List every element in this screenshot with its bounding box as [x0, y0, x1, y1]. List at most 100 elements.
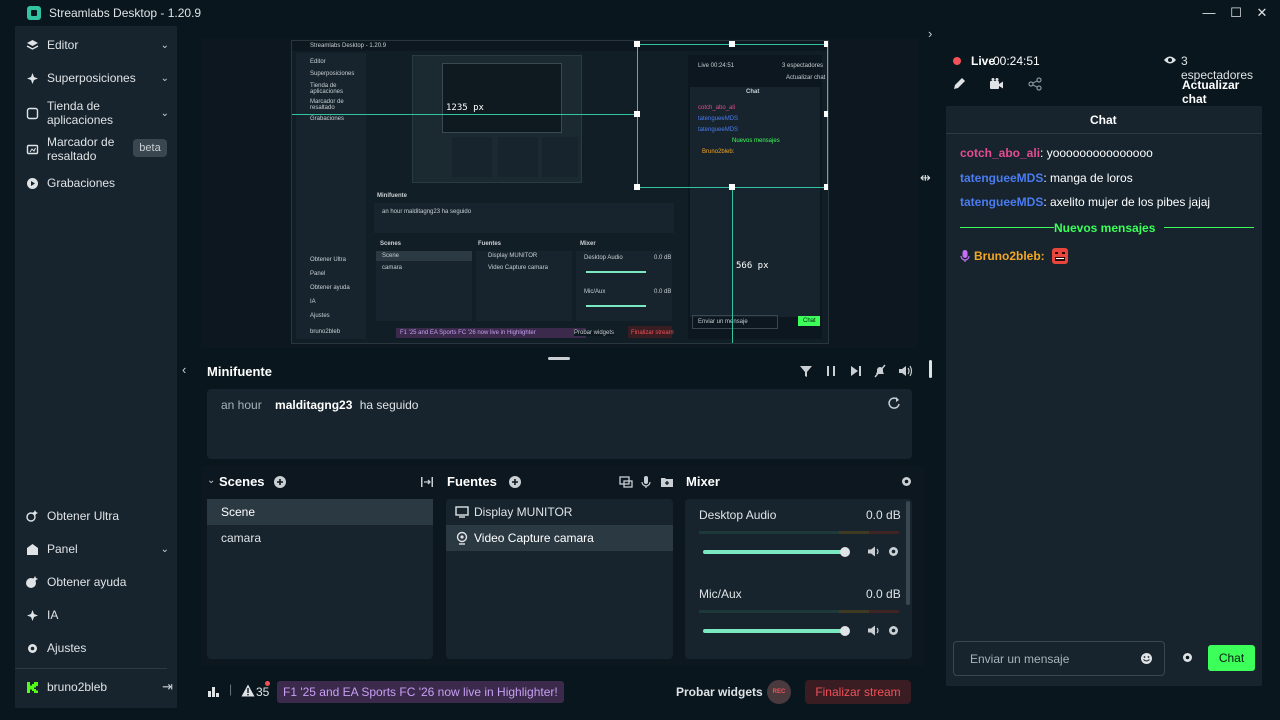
mini-chat-title: Chat [746, 89, 760, 95]
repeat-alert-icon[interactable] [887, 396, 901, 410]
source-label: Display MUNITOR [474, 505, 573, 519]
sidebar-user[interactable]: bruno2bleb ⇥ [25, 679, 177, 695]
channel-settings-icon[interactable] [887, 624, 900, 637]
store-icon [25, 106, 39, 120]
source-item[interactable]: Display MUNITOR [446, 499, 673, 525]
sidebar-item-ai[interactable]: IA [25, 608, 177, 622]
speaker-icon[interactable] [867, 545, 880, 558]
live-timer: 00:24:51 [993, 54, 1040, 68]
sidebar-item-overlays[interactable]: Superposiciones ⌄ [25, 71, 177, 85]
stream-preview[interactable]: Streamlabs Desktop - 1.20.9 Editor Super… [201, 38, 918, 348]
skip-icon[interactable] [849, 364, 863, 378]
follow-event[interactable]: an hour malditagng23 ha seguido [221, 398, 418, 412]
add-group-icon[interactable] [619, 475, 633, 489]
channel-settings-icon[interactable] [887, 545, 900, 558]
chat-username[interactable]: Bruno2bleb: [974, 249, 1045, 263]
test-widgets-button[interactable]: Probar widgets [676, 685, 763, 699]
beta-badge: beta [133, 139, 167, 157]
volume-icon[interactable] [898, 364, 913, 378]
pause-icon[interactable] [825, 364, 837, 378]
sidebar-item-label: Ajustes [47, 641, 87, 655]
chat-input[interactable]: Enviar un mensaje [953, 641, 1165, 676]
sidebar-item-panel[interactable]: Panel ⌄ [25, 542, 177, 556]
chat-username[interactable]: tatengueeMDS [960, 171, 1043, 185]
minimize-button[interactable]: — [1200, 4, 1218, 22]
scrollbar-thumb[interactable] [929, 360, 932, 378]
chat-username[interactable]: tatengueeMDS [960, 195, 1043, 209]
sidebar-item-label: Panel [47, 542, 78, 556]
sidebar-item-label: Editor [47, 38, 79, 52]
chevron-down-icon[interactable]: ⌄ [207, 475, 215, 486]
mixer-panel: Desktop Audio 0.0 dB Mic/Aux 0.0 dB [685, 499, 912, 659]
warning-icon[interactable] [241, 684, 255, 697]
add-scene-button[interactable] [273, 475, 287, 489]
refresh-chat-button[interactable]: Actualizar chat [1182, 78, 1263, 106]
record-button[interactable]: REC [767, 680, 791, 704]
emoji-icon[interactable] [1140, 652, 1153, 665]
sidebar-item-editor[interactable]: Editor ⌄ [25, 38, 177, 52]
mini-end-stream: Finalizar stream [631, 330, 674, 336]
chat-send-button[interactable]: Chat [1208, 645, 1255, 671]
fuentes-title: Fuentes [447, 474, 497, 489]
maximize-button[interactable]: ☐ [1227, 4, 1245, 22]
volume-slider-knob[interactable] [840, 626, 850, 636]
filter-icon[interactable] [799, 364, 813, 378]
source-label: Video Capture camara [474, 531, 594, 545]
sidebar-item-ultra[interactable]: Obtener Ultra [25, 509, 177, 523]
chat-text: : yooooooooooooooo [1040, 146, 1153, 160]
sidebar-item-label: Tienda de aplicaciones [47, 99, 114, 127]
sidebar-item-store[interactable]: Tienda de aplicaciones ⌄ [25, 99, 177, 127]
speaker-icon[interactable] [867, 624, 880, 637]
collapse-right-icon[interactable]: › [928, 26, 932, 41]
sidebar-item-label: Obtener Ultra [47, 509, 120, 523]
chat-message: Bruno2bleb: [960, 247, 1069, 265]
chat-panel: Chat cotch_abo_ali: yooooooooooooooo tat… [946, 106, 1262, 686]
scene-item[interactable]: camara [207, 525, 433, 551]
mixer-settings-icon[interactable] [900, 475, 913, 488]
collapse-left-icon[interactable]: ‹ [182, 362, 186, 377]
sidebar-item-settings[interactable]: Ajustes [25, 641, 177, 655]
edit-stream-icon[interactable] [952, 77, 966, 91]
sidebar-item-label: Superposiciones [47, 71, 136, 85]
performance-stats-icon[interactable] [207, 685, 220, 698]
window-title: Streamlabs Desktop - 1.20.9 [49, 6, 202, 20]
title-bar: Streamlabs Desktop - 1.20.9 — ☐ ✕ [0, 0, 1280, 26]
status-bar: | 35 F1 '25 and EA Sports FC '26 now liv… [201, 676, 924, 708]
sidebar-item-help[interactable]: Obtener ayuda [25, 575, 177, 589]
scene-item[interactable]: Scene [207, 499, 433, 525]
mini-source-item: Display MUNITOR [488, 253, 538, 259]
chat-username[interactable]: cotch_abo_ali [960, 146, 1040, 160]
close-button[interactable]: ✕ [1253, 4, 1271, 22]
sidebar-item-label: Grabaciones [47, 176, 116, 190]
volume-slider-knob[interactable] [840, 547, 850, 557]
chat-settings-icon[interactable] [1181, 651, 1194, 664]
audio-channel-name: Mic/Aux [699, 587, 742, 601]
add-folder-icon[interactable] [660, 475, 674, 489]
ultra-icon [25, 509, 39, 523]
fuentes-list: Display MUNITOR Video Capture camara [446, 499, 673, 659]
mini-sidebar-item: Ajustes [310, 313, 330, 319]
audio-meter [699, 610, 899, 613]
mini-chat-send: Chat [803, 318, 816, 324]
mini-chat-msg: tatengueeMDS [698, 116, 739, 122]
mute-alerts-icon[interactable] [873, 364, 887, 378]
kick-logo-icon [25, 680, 39, 694]
chat-text: : manga de loros [1043, 171, 1133, 185]
mixer-scrollbar[interactable] [906, 501, 910, 605]
add-source-button[interactable] [508, 475, 522, 489]
scenes-title: Scenes [219, 474, 265, 489]
volume-slider[interactable] [703, 629, 843, 633]
volume-slider[interactable] [703, 550, 843, 554]
source-mic-icon[interactable] [639, 475, 653, 489]
end-stream-button[interactable]: Finalizar stream [805, 680, 911, 704]
width-measure-label: 1235 px [446, 103, 484, 113]
sidebar-item-recordings[interactable]: Grabaciones [25, 176, 177, 190]
video-camera-icon[interactable] [989, 77, 1004, 91]
source-item[interactable]: Video Capture camara [446, 525, 673, 551]
share-icon[interactable] [1028, 77, 1042, 91]
chat-message: tatengueeMDS: axelito mujer de los pibes… [960, 195, 1210, 209]
mini-sidebar-item: bruno2bleb [310, 329, 341, 335]
highlighter-announcement[interactable]: F1 '25 and EA Sports FC '26 now live in … [277, 681, 564, 703]
logout-icon[interactable]: ⇥ [162, 679, 173, 695]
scene-transitions-icon[interactable] [420, 475, 434, 489]
